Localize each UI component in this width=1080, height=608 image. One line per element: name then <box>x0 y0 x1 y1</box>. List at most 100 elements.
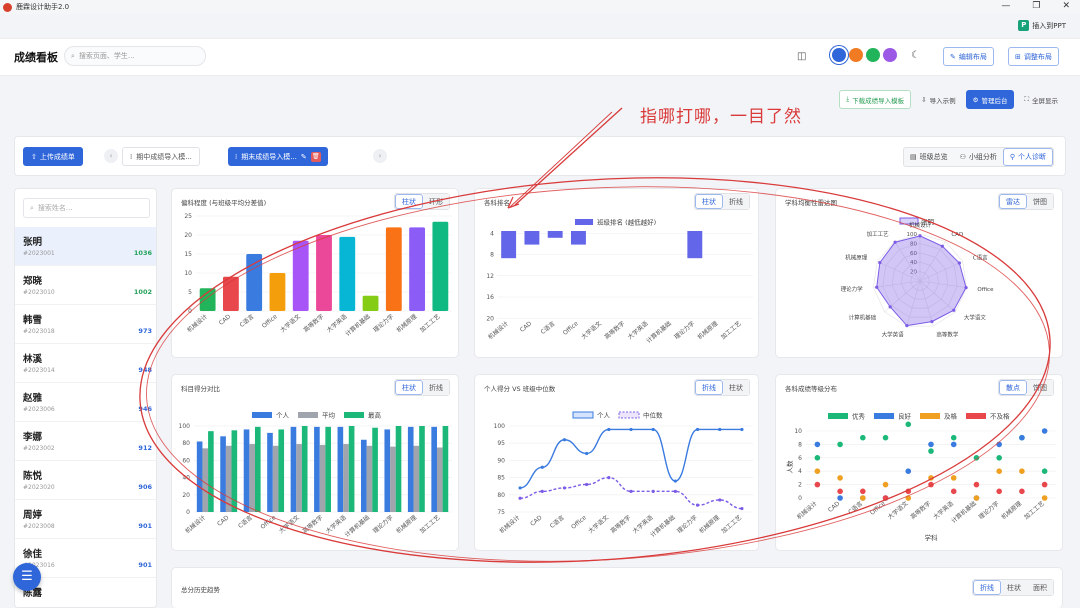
scatter-point <box>928 481 934 488</box>
student-list-item[interactable]: 林溪 #2023014 948 <box>15 344 156 383</box>
theme-orange-swatch[interactable] <box>849 48 863 62</box>
chart-tab-bar[interactable]: 柱状 <box>1001 580 1027 595</box>
fullscreen-icon: ⛶ <box>1024 95 1029 103</box>
student-name: 徐佳 <box>23 549 43 560</box>
edit-layout-button[interactable]: ✎ 编辑布局 <box>943 47 994 66</box>
student-list-item[interactable]: 张明 #2023001 1036 <box>15 227 156 266</box>
tab-personal-diagnosis[interactable]: ⚲ 个人诊断 <box>1002 148 1053 166</box>
bar <box>431 426 437 512</box>
bar <box>267 432 273 512</box>
series-point <box>518 496 522 500</box>
theme-blue-swatch[interactable] <box>832 48 846 62</box>
series-point <box>740 427 744 432</box>
y-tick-label: 80 <box>497 492 505 499</box>
scatter-point <box>950 488 957 495</box>
student-list-item[interactable]: 周婷 #2023008 901 <box>15 500 156 539</box>
minimize-icon[interactable]: — <box>1001 1 1010 11</box>
download-template-button[interactable]: ⤓ 下载成绩导入模板 <box>839 90 912 109</box>
student-search-input[interactable]: ⌕ 搜索姓名... <box>23 198 150 218</box>
chart-tab-area[interactable]: 面积 <box>1027 580 1053 595</box>
theme-green-swatch[interactable] <box>866 48 880 62</box>
card-title: 总分历史趋势 <box>181 586 220 594</box>
app-title: 鹿霖设计助手2.0 <box>16 3 70 11</box>
x-tick-label: 机械原理 <box>1000 499 1024 521</box>
search-input[interactable]: ⌕ 搜索页面、学生... <box>64 46 206 66</box>
restore-icon[interactable]: ❐ <box>1032 1 1040 11</box>
download-icon: ⤓ <box>846 95 850 103</box>
x-tick-label: 机械原理 <box>697 513 721 535</box>
edit-icon: ✎ <box>950 52 956 61</box>
fullscreen-button[interactable]: ⛶ 全屏显示 <box>1018 90 1064 109</box>
x-tick-label: 理论力学 <box>675 513 699 535</box>
y-tick-label: 5 <box>188 289 192 296</box>
balance-radar-chart: 张明20406080100机械设计CADC语言Office大学语文高等数学大学英… <box>841 217 995 339</box>
student-score: 906 <box>138 483 152 491</box>
scatter-point <box>837 475 843 481</box>
dark-mode-icon[interactable]: ☾ <box>911 50 920 61</box>
menu-fab-button[interactable]: ☰ <box>13 563 41 591</box>
delete-icon[interactable]: 🗑 <box>310 151 321 162</box>
radar-axis-label: 理论力学 <box>841 285 864 293</box>
legend-swatch <box>344 412 364 418</box>
card-grade-dist: 各科成绩等级分布 散点 饼图 优秀 良好 及格 不及格 0 2 4 6 8 10 人数 机械设计 CAD C… <box>775 374 1063 551</box>
adjust-layout-button[interactable]: ⊞ 调整布局 <box>1008 47 1059 66</box>
bar <box>290 426 297 512</box>
tab-group-analysis[interactable]: ⚇ 小组分析 <box>954 148 1003 166</box>
upload-button[interactable]: ⇧ 上传成绩单 <box>23 147 83 166</box>
tab-midterm-import[interactable]: ⁞ 期中成绩导入模... <box>122 147 200 166</box>
import-example-button[interactable]: ⇩ 导入示例 <box>915 90 961 109</box>
x-tick-label: C语言 <box>236 513 254 530</box>
x-tick-label: CAD <box>827 500 842 514</box>
x-tick-label: 高等数学 <box>609 513 633 535</box>
grade-scatter-chart: 优秀 良好 及格 不及格 0 2 4 6 8 10 人数机械设计 CAD C语言 Office 大学语文 高等… <box>785 412 1056 542</box>
student-score: 901 <box>138 561 152 569</box>
student-list-item[interactable]: 郑晓 #2023010 1002 <box>15 266 156 305</box>
annotation-text: 指哪打哪，一目了然 <box>640 107 802 127</box>
series-line-personal <box>519 428 742 489</box>
student-list-item[interactable]: 李娜 #2023002 912 <box>15 422 156 461</box>
bar <box>314 426 320 512</box>
tabs-prev-arrow[interactable]: ‹ <box>104 149 118 163</box>
student-list-item[interactable]: 韩雪 #2023018 973 <box>15 305 156 344</box>
bar <box>301 426 308 512</box>
legend-label: 不及格 <box>990 412 1010 421</box>
tabs-next-arrow[interactable]: › <box>373 149 387 163</box>
student-list-item[interactable]: 陈悦 #2023020 906 <box>15 461 156 500</box>
legend-label: 个人 <box>276 412 290 420</box>
insert-ppt-label: 插入到PPT <box>1032 21 1066 30</box>
legend-swatch <box>966 413 986 419</box>
group-icon: ⚇ <box>959 153 966 161</box>
tab-class-overview[interactable]: ▤ 班级总览 <box>904 148 954 166</box>
radar-point <box>930 319 934 324</box>
x-tick-label: 理论力学 <box>673 319 697 341</box>
scatter-point <box>1041 481 1048 488</box>
legend-swatch <box>618 411 640 419</box>
search-icon: ⌕ <box>71 51 75 60</box>
scatter-point <box>837 495 843 501</box>
sidebar-toggle-icon[interactable]: ◫ <box>797 51 806 62</box>
bar <box>249 444 255 512</box>
bar <box>231 430 238 512</box>
admin-button[interactable]: ⚙ 管理后台 <box>965 90 1015 109</box>
bar <box>278 429 285 512</box>
student-sidebar: ⌕ 搜索姓名... 张明 #2023001 1036 郑晓 #2023010 1002 韩雪… <box>14 188 157 608</box>
y-tick-label: 12 <box>486 273 494 280</box>
tab-final-import[interactable]: ⁞ 期末成绩导入模... ✎ 🗑 <box>228 147 328 166</box>
y-tick-label: 40 <box>182 475 190 482</box>
theme-purple-swatch[interactable] <box>883 48 897 62</box>
scatter-point <box>973 481 980 488</box>
student-list-item[interactable]: 赵雅 #2023006 946 <box>15 383 156 422</box>
scatter-point <box>905 488 912 495</box>
bar <box>220 436 226 512</box>
scatter-point <box>905 421 912 428</box>
close-icon[interactable]: ✕ <box>1062 1 1070 11</box>
rank-bar-chart: 班级排名 (越低越好) 4 8 12 16 20机械设计 CAD C语言 Office 大学语文高… <box>486 218 753 345</box>
bar <box>199 288 216 311</box>
edit-icon[interactable]: ✎ <box>301 153 307 161</box>
chart-tab-line[interactable]: 折线 <box>973 580 1001 595</box>
legend-swatch <box>874 413 894 419</box>
y-tick-label: 25 <box>184 213 192 220</box>
legend-label: 中位数 <box>643 411 663 420</box>
legend-label: 良好 <box>898 412 912 421</box>
insert-ppt-button[interactable]: P 插入到PPT <box>1018 20 1066 31</box>
